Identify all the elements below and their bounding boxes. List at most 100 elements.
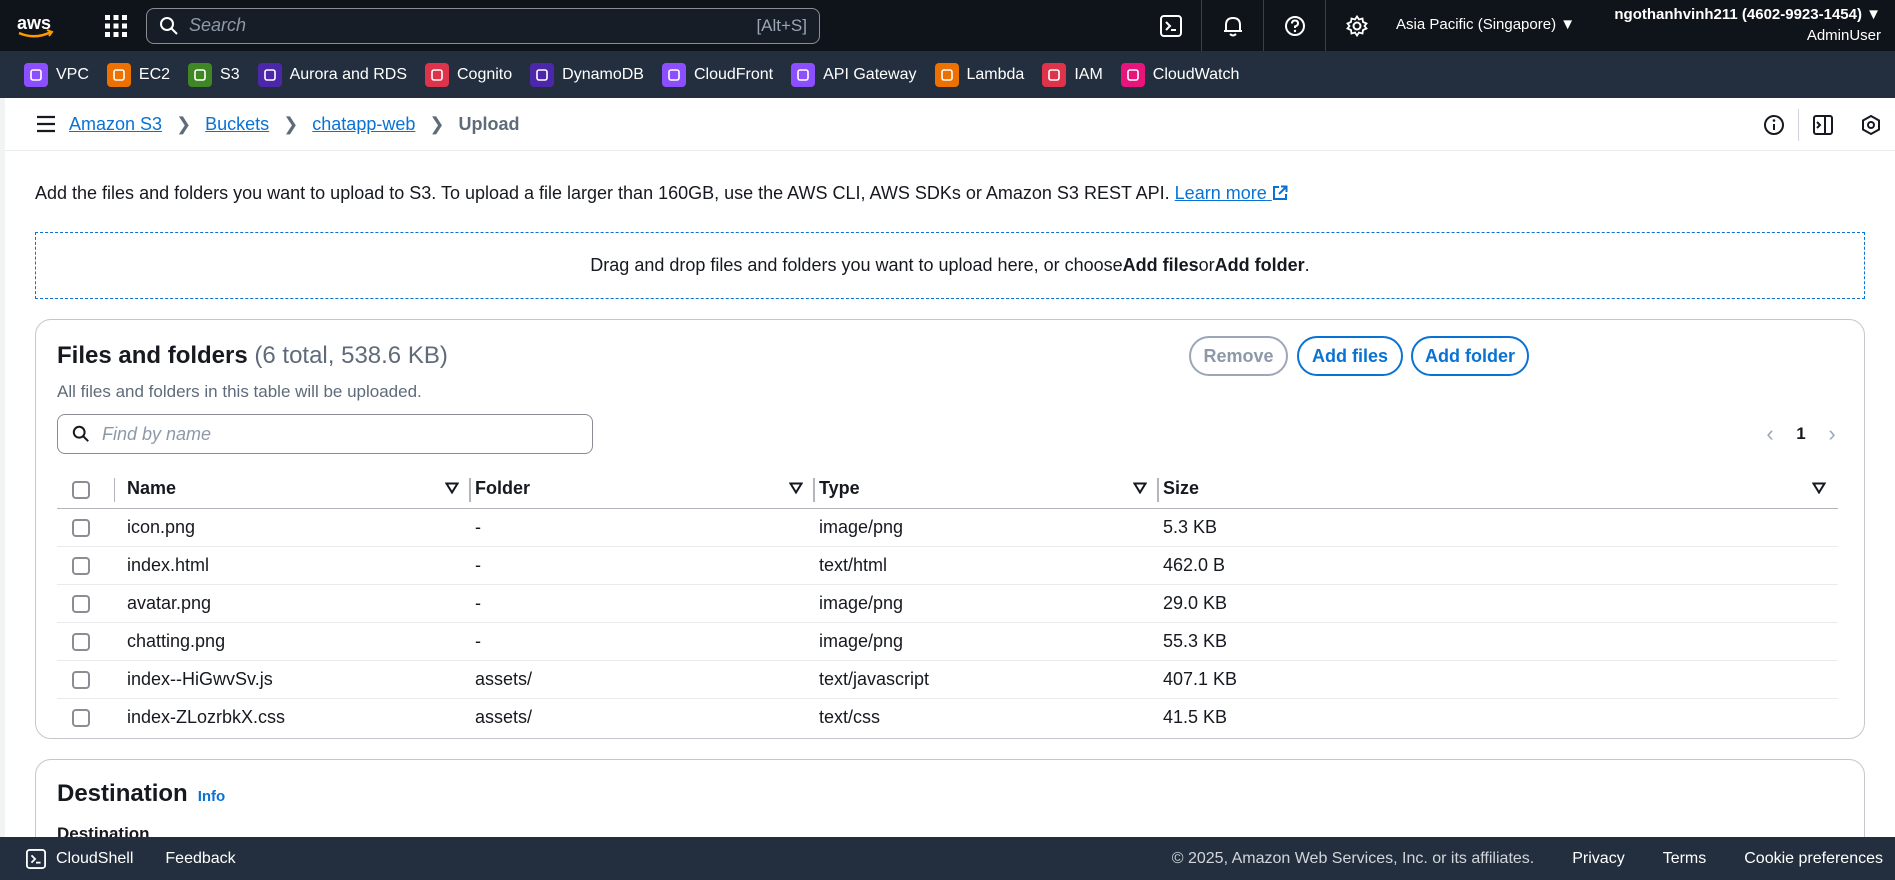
sort-triangle-icon xyxy=(1132,478,1148,499)
favorite-lambda[interactable]: Lambda xyxy=(934,62,1025,87)
feedback-link[interactable]: Feedback xyxy=(165,850,235,868)
favorite-ec2[interactable]: EC2 xyxy=(106,62,170,87)
upload-intro: Add the files and folders you want to up… xyxy=(35,183,1288,204)
terms-link[interactable]: Terms xyxy=(1663,850,1707,868)
bell-icon xyxy=(1223,16,1242,36)
row-checkbox[interactable] xyxy=(72,518,90,537)
file-size: 55.3 KB xyxy=(1159,622,1838,661)
files-count: (6 total, 538.6 KB) xyxy=(254,342,448,369)
privacy-link[interactable]: Privacy xyxy=(1572,850,1624,868)
row-select-cell xyxy=(57,584,127,623)
hexagon-panel-button[interactable] xyxy=(1847,98,1895,151)
top-navigation: aws Search [Alt+S] Asia Pacific (Singapo… xyxy=(0,0,1895,51)
cloudfront-icon xyxy=(661,62,686,87)
file-size: 5.3 KB xyxy=(1159,508,1838,547)
add-files-button[interactable]: Add files xyxy=(1297,336,1403,376)
row-checkbox[interactable] xyxy=(72,670,90,689)
table-row[interactable]: avatar.png - image/png 29.0 KB xyxy=(57,584,1838,623)
intro-text: Add the files and folders you want to up… xyxy=(35,183,1170,203)
upload-dropzone[interactable]: Drag and drop files and folders you want… xyxy=(35,232,1865,299)
console-footer: CloudShell Feedback © 2025, Amazon Web S… xyxy=(0,837,1895,880)
table-row[interactable]: icon.png - image/png 5.3 KB xyxy=(57,508,1838,547)
column-size[interactable]: Size xyxy=(1159,470,1838,509)
services-menu-button[interactable] xyxy=(96,6,136,46)
file-type: text/html xyxy=(815,546,1159,585)
column-folder[interactable]: Folder xyxy=(471,470,815,509)
favorite-vpc[interactable]: VPC xyxy=(24,62,89,87)
cookie-preferences-link[interactable]: Cookie preferences xyxy=(1744,850,1883,868)
favorite-aurora-and-rds[interactable]: Aurora and RDS xyxy=(257,62,407,87)
favorite-api-gateway[interactable]: API Gateway xyxy=(791,62,917,87)
learn-more-link[interactable]: Learn more xyxy=(1175,183,1288,203)
breadcrumb-buckets[interactable]: Buckets xyxy=(205,114,269,135)
row-checkbox[interactable] xyxy=(72,709,90,727)
info-icon xyxy=(1764,114,1784,135)
account-menu[interactable]: ngothanhvinh211 (4602-9923-1454) ▼ Admin… xyxy=(1614,4,1881,46)
account-role: AdminUser xyxy=(1806,27,1881,44)
search-input[interactable]: Search [Alt+S] xyxy=(146,7,820,44)
breadcrumb-bucket[interactable]: chatapp-web xyxy=(312,114,415,135)
file-size: 41.5 KB xyxy=(1163,706,1228,727)
breadcrumb: Amazon S3 ❯ Buckets ❯ chatapp-web ❯ Uplo… xyxy=(69,114,519,135)
sort-triangle-icon xyxy=(1811,478,1827,499)
panel-icon xyxy=(1813,114,1833,135)
row-select-cell xyxy=(57,622,127,661)
rds-icon xyxy=(257,62,282,87)
region-selector[interactable]: Asia Pacific (Singapore) ▼ xyxy=(1396,16,1575,33)
aws-logo[interactable]: aws xyxy=(0,0,70,51)
side-panel-button[interactable] xyxy=(1799,98,1847,151)
add-folder-button[interactable]: Add folder xyxy=(1411,336,1529,376)
favorite-s3[interactable]: S3 xyxy=(188,62,240,87)
svg-text:aws: aws xyxy=(17,13,51,33)
file-name: index.html xyxy=(127,546,471,585)
find-by-name-input[interactable]: Find by name xyxy=(57,414,593,454)
gear-icon xyxy=(1346,14,1368,37)
destination-subtitle: Destination xyxy=(57,824,150,837)
favorite-dynamodb[interactable]: DynamoDB xyxy=(530,62,644,87)
column-name[interactable]: Name xyxy=(127,470,471,509)
info-panel-button[interactable] xyxy=(1750,98,1798,151)
favorites-bar: VPC EC2 S3 Aurora and RDS Cognito DynamoDB Clo… xyxy=(0,51,1895,98)
help-button[interactable] xyxy=(1264,0,1326,51)
cloudshell-footer-button[interactable]: CloudShell xyxy=(26,848,133,869)
favorite-label: Lambda xyxy=(966,65,1025,83)
favorite-cloudfront[interactable]: CloudFront xyxy=(661,62,774,87)
remove-button[interactable]: Remove xyxy=(1189,336,1288,376)
table-row[interactable]: index-ZLozrbkX.css assets/text/css 41.5 KB xyxy=(57,698,1838,736)
favorite-iam[interactable]: IAM xyxy=(1042,62,1103,87)
hexagon-icon xyxy=(1862,114,1880,135)
previous-page-icon[interactable]: ‹ xyxy=(1752,421,1788,447)
breadcrumb-amazon-s3[interactable]: Amazon S3 xyxy=(69,114,162,135)
select-all-checkbox[interactable] xyxy=(72,480,90,499)
dropzone-add-folder: Add folder xyxy=(1214,255,1305,275)
menu-icon[interactable] xyxy=(33,115,59,133)
row-checkbox[interactable] xyxy=(72,556,90,575)
page-number[interactable]: 1 xyxy=(1788,424,1814,444)
column-type[interactable]: Type xyxy=(815,470,1159,509)
settings-button[interactable] xyxy=(1326,0,1388,51)
table-row[interactable]: chatting.png - image/png 55.3 KB xyxy=(57,622,1838,661)
apigateway-icon xyxy=(791,62,816,87)
destination-title: Destination Info xyxy=(57,780,226,807)
table-row[interactable]: index--HiGwvSv.js assets/text/javascript 4… xyxy=(57,660,1838,699)
row-checkbox[interactable] xyxy=(72,594,90,613)
destination-info-link[interactable]: Info xyxy=(198,788,226,805)
favorite-label: IAM xyxy=(1074,65,1103,83)
next-page-icon[interactable]: › xyxy=(1814,421,1850,447)
row-checkbox[interactable] xyxy=(72,632,90,651)
favorite-cloudwatch[interactable]: CloudWatch xyxy=(1120,62,1240,87)
favorite-label: API Gateway xyxy=(823,65,917,83)
favorite-label: CloudWatch xyxy=(1152,65,1240,83)
vpc-icon xyxy=(24,62,48,87)
notifications-button[interactable] xyxy=(1202,0,1264,51)
file-type: image/png xyxy=(815,584,1159,623)
cognito-icon xyxy=(425,62,449,87)
favorite-cognito[interactable]: Cognito xyxy=(425,62,512,87)
terminal-icon xyxy=(26,848,46,869)
search-shortcut: [Alt+S] xyxy=(756,15,807,35)
table-row[interactable]: index.html - text/html 462.0 B xyxy=(57,546,1838,585)
destination-panel: Destination Info Destination xyxy=(35,759,1865,837)
file-type: text/css xyxy=(819,706,881,727)
favorite-label: CloudFront xyxy=(693,65,774,83)
cloudshell-button[interactable] xyxy=(1140,0,1202,51)
